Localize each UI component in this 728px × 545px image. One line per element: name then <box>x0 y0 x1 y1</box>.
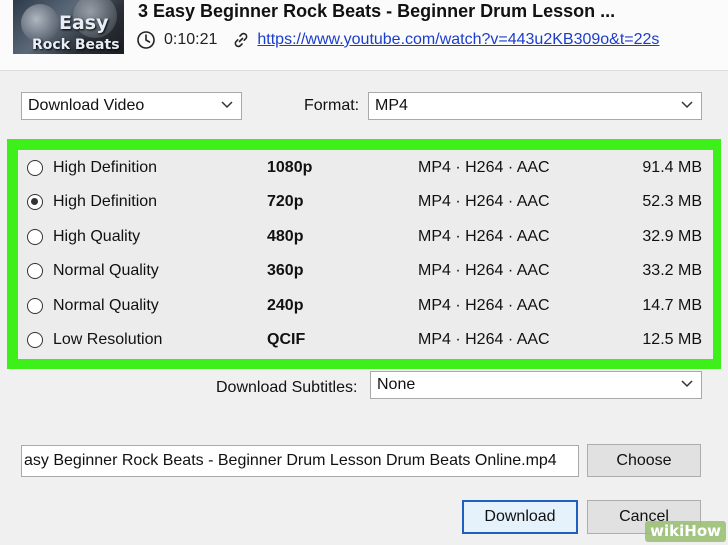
quality-codec: MP4 · H264 · AAC <box>418 193 550 210</box>
video-meta: 0:10:21 https://www.youtube.com/watch?v=… <box>136 29 659 51</box>
quality-name: High Quality <box>53 228 141 245</box>
download-button[interactable]: Download <box>462 500 578 534</box>
quality-resolution: 240p <box>267 297 304 314</box>
quality-codec: MP4 · H264 · AAC <box>418 262 550 279</box>
quality-size: 12.5 MB <box>642 331 702 348</box>
thumbnail-text-line2: Rock Beats <box>32 37 120 53</box>
quality-option-360p[interactable]: Normal Quality 360p MP4 · H264 · AAC 33.… <box>18 254 713 288</box>
clock-icon <box>137 31 155 49</box>
radio-button[interactable] <box>27 298 43 314</box>
chevron-down-icon <box>681 380 693 388</box>
radio-button-selected[interactable] <box>27 194 43 210</box>
download-type-value: Download Video <box>28 97 145 114</box>
link-icon <box>235 32 248 48</box>
video-title: 3 Easy Beginner Rock Beats - Beginner Dr… <box>138 1 616 21</box>
quality-size: 33.2 MB <box>642 262 702 279</box>
wikihow-watermark: wikiHow <box>645 521 726 542</box>
quality-size: 91.4 MB <box>642 159 702 176</box>
quality-size: 14.7 MB <box>642 297 702 314</box>
quality-name: Normal Quality <box>53 262 159 279</box>
quality-option-qcif[interactable]: Low Resolution QCIF MP4 · H264 · AAC 12.… <box>18 323 713 357</box>
format-value: MP4 <box>375 97 408 114</box>
radio-button[interactable] <box>27 229 43 245</box>
quality-size: 52.3 MB <box>642 193 702 210</box>
download-type-select[interactable]: Download Video <box>21 92 242 120</box>
quality-codec: MP4 · H264 · AAC <box>418 228 550 245</box>
quality-resolution: QCIF <box>267 331 306 348</box>
chevron-down-icon <box>221 101 233 109</box>
quality-size: 32.9 MB <box>642 228 702 245</box>
radio-button[interactable] <box>27 332 43 348</box>
quality-option-720p[interactable]: High Definition 720p MP4 · H264 · AAC 52… <box>18 185 713 219</box>
quality-name: Low Resolution <box>53 331 163 348</box>
quality-option-240p[interactable]: Normal Quality 240p MP4 · H264 · AAC 14.… <box>18 289 713 323</box>
quality-codec: MP4 · H264 · AAC <box>418 159 550 176</box>
quality-resolution: 480p <box>267 228 304 245</box>
choose-button[interactable]: Choose <box>587 444 701 477</box>
quality-name: High Definition <box>53 159 158 176</box>
quality-resolution: 720p <box>267 193 304 210</box>
thumbnail-text-line1: Easy <box>59 12 109 34</box>
subtitles-label: Download Subtitles: <box>216 379 358 396</box>
chevron-down-icon <box>681 101 693 109</box>
radio-button[interactable] <box>27 263 43 279</box>
quality-option-1080p[interactable]: High Definition 1080p MP4 · H264 · AAC 9… <box>18 151 713 185</box>
quality-codec: MP4 · H264 · AAC <box>418 297 550 314</box>
video-info-header: Easy Rock Beats 3 Easy Beginner Rock Bea… <box>0 0 728 71</box>
quality-resolution: 1080p <box>267 159 313 176</box>
quality-name: Normal Quality <box>53 297 159 314</box>
format-label: Format: <box>304 97 360 114</box>
output-filename-field[interactable]: asy Beginner Rock Beats - Beginner Drum … <box>21 445 579 477</box>
quality-options-list: High Definition 1080p MP4 · H264 · AAC 9… <box>18 150 713 359</box>
quality-option-480p[interactable]: High Quality 480p MP4 · H264 · AAC 32.9 … <box>18 220 713 254</box>
quality-codec: MP4 · H264 · AAC <box>418 331 550 348</box>
subtitles-select[interactable]: None <box>370 371 702 399</box>
format-select[interactable]: MP4 <box>368 92 702 120</box>
radio-button[interactable] <box>27 160 43 176</box>
quality-name: High Definition <box>53 193 158 210</box>
video-duration: 0:10:21 <box>164 31 218 48</box>
quality-resolution: 360p <box>267 262 304 279</box>
subtitles-value: None <box>377 376 416 393</box>
video-url-link[interactable]: https://www.youtube.com/watch?v=443u2KB3… <box>257 31 659 49</box>
video-thumbnail: Easy Rock Beats <box>13 0 124 54</box>
